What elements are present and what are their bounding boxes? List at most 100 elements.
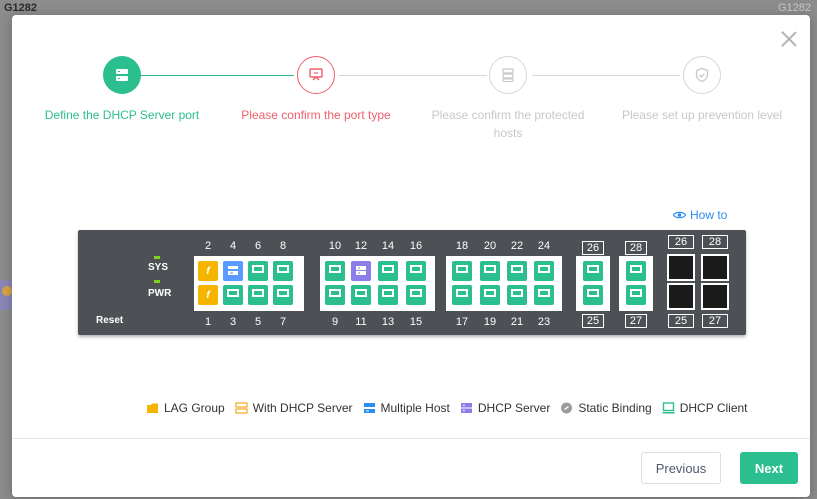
port-number: 21: [510, 316, 524, 328]
sfp-number-box: 25: [668, 314, 694, 328]
port-number: 19: [483, 316, 497, 328]
sfp-number-box: 26: [668, 235, 694, 249]
sfp-port-27[interactable]: [701, 283, 729, 310]
sfp-port-28[interactable]: [701, 254, 729, 281]
legend-label: Multiple Host: [380, 401, 450, 415]
legend-with-dhcp-server: With DHCP Server: [235, 401, 353, 415]
next-button[interactable]: Next: [740, 452, 798, 484]
footer-divider: [12, 438, 810, 439]
port-number: 12: [354, 240, 368, 252]
step-label: Please confirm the protected hosts: [431, 108, 585, 140]
port-3-dhcp-client[interactable]: [223, 285, 243, 305]
port-17-dhcp-client[interactable]: [452, 285, 472, 305]
port-number: 23: [537, 316, 551, 328]
port-26-dhcp-client[interactable]: [583, 261, 603, 281]
server-icon: [103, 56, 141, 94]
reset-label: Reset: [96, 315, 124, 326]
port-number: 2: [204, 240, 212, 252]
port-9-dhcp-client[interactable]: [325, 285, 345, 305]
step-label: Define the DHCP Server port: [44, 108, 200, 122]
port-28-dhcp-client[interactable]: [626, 261, 646, 281]
port-number: 16: [409, 240, 423, 252]
step-set-prevention-level: Please set up prevention level: [612, 56, 792, 124]
port-legend: LAG Group With DHCP Server Multiple Host…: [146, 401, 748, 415]
port-20-dhcp-client[interactable]: [480, 261, 500, 281]
dhcp-wizard-modal: Define the DHCP Server port Please confi…: [12, 15, 810, 497]
port-number: 22: [510, 240, 524, 252]
port-number: 8: [279, 240, 287, 252]
legend-label: LAG Group: [164, 401, 225, 415]
port-18-dhcp-client[interactable]: [452, 261, 472, 281]
port-8-dhcp-client[interactable]: [273, 261, 293, 281]
legend-dhcp-client: DHCP Client: [662, 401, 748, 415]
step-label: Please confirm the port type: [241, 108, 391, 122]
port-21-dhcp-client[interactable]: [507, 285, 527, 305]
pwr-label: PWR: [148, 288, 172, 299]
dhcp-client-icon: [662, 402, 675, 414]
port-number-box: 26: [582, 241, 604, 255]
port-6-dhcp-client[interactable]: [248, 261, 268, 281]
step-confirm-protected-hosts: Please confirm the protected hosts: [418, 56, 598, 142]
legend-label: Static Binding: [578, 401, 652, 415]
pwr-led: [154, 280, 160, 283]
port-4-multiple-host[interactable]: [223, 261, 243, 281]
port-15-dhcp-client[interactable]: [406, 285, 426, 305]
switch-panel: SYS PWR Reset 2 4 6 8 10 12 14 16 18 20 …: [78, 230, 746, 335]
with-dhcp-server-icon: [235, 402, 248, 414]
port-19-dhcp-client[interactable]: [480, 285, 500, 305]
port-25-dhcp-client[interactable]: [583, 285, 603, 305]
port-number: 3: [229, 316, 237, 328]
port-12-dhcp-server[interactable]: [351, 261, 371, 281]
legend-static-binding: Static Binding: [560, 401, 652, 415]
port-number-box: 25: [582, 314, 604, 328]
dhcp-server-icon: [460, 402, 473, 414]
sfp-port-26[interactable]: [667, 254, 695, 281]
previous-button[interactable]: Previous: [641, 452, 721, 484]
port-2-lag[interactable]: f: [198, 261, 218, 281]
port-type-icon: [297, 56, 335, 94]
port-13-dhcp-client[interactable]: [378, 285, 398, 305]
port-1-lag[interactable]: f: [198, 285, 218, 305]
port-16-dhcp-client[interactable]: [406, 261, 426, 281]
dhcp-server-icon: [356, 266, 366, 275]
port-number: 15: [409, 316, 423, 328]
how-to-link[interactable]: How to: [673, 208, 727, 222]
close-icon[interactable]: [780, 29, 798, 47]
port-number: 11: [355, 316, 367, 328]
port-number: 20: [483, 240, 497, 252]
background-dot: [2, 286, 12, 296]
port-number: 4: [229, 240, 237, 252]
multiple-host-icon: [228, 266, 238, 275]
sys-label: SYS: [148, 262, 169, 273]
port-10-dhcp-client[interactable]: [325, 261, 345, 281]
port-number: 7: [279, 316, 287, 328]
port-number: 6: [254, 240, 262, 252]
legend-label: DHCP Server: [477, 401, 551, 415]
sfp-port-25[interactable]: [667, 283, 695, 310]
legend-label: With DHCP Server: [252, 401, 353, 415]
step-confirm-port-type: Please confirm the port type: [226, 56, 406, 124]
port-number: 24: [537, 240, 551, 252]
port-7-dhcp-client[interactable]: [273, 285, 293, 305]
port-14-dhcp-client[interactable]: [378, 261, 398, 281]
port-23-dhcp-client[interactable]: [534, 285, 554, 305]
port-number: 5: [254, 316, 262, 328]
port-number: 14: [381, 240, 395, 252]
port-27-dhcp-client[interactable]: [626, 285, 646, 305]
port-22-dhcp-client[interactable]: [507, 261, 527, 281]
legend-multiple-host: Multiple Host: [363, 401, 450, 415]
step-label: Please set up prevention level: [621, 108, 783, 122]
port-number: 1: [204, 316, 212, 328]
port-11-dhcp-client[interactable]: [351, 285, 371, 305]
sfp-number-box: 28: [702, 235, 728, 249]
legend-label: DHCP Client: [679, 401, 748, 415]
port-number: 10: [328, 240, 342, 252]
port-5-dhcp-client[interactable]: [248, 285, 268, 305]
background-title-right: G1282: [777, 2, 811, 14]
legend-lag-group: LAG Group: [146, 401, 225, 415]
lag-group-icon: [146, 402, 159, 414]
port-24-dhcp-client[interactable]: [534, 261, 554, 281]
eye-icon: [673, 211, 686, 219]
port-number: 17: [455, 316, 469, 328]
hosts-icon: [489, 56, 527, 94]
